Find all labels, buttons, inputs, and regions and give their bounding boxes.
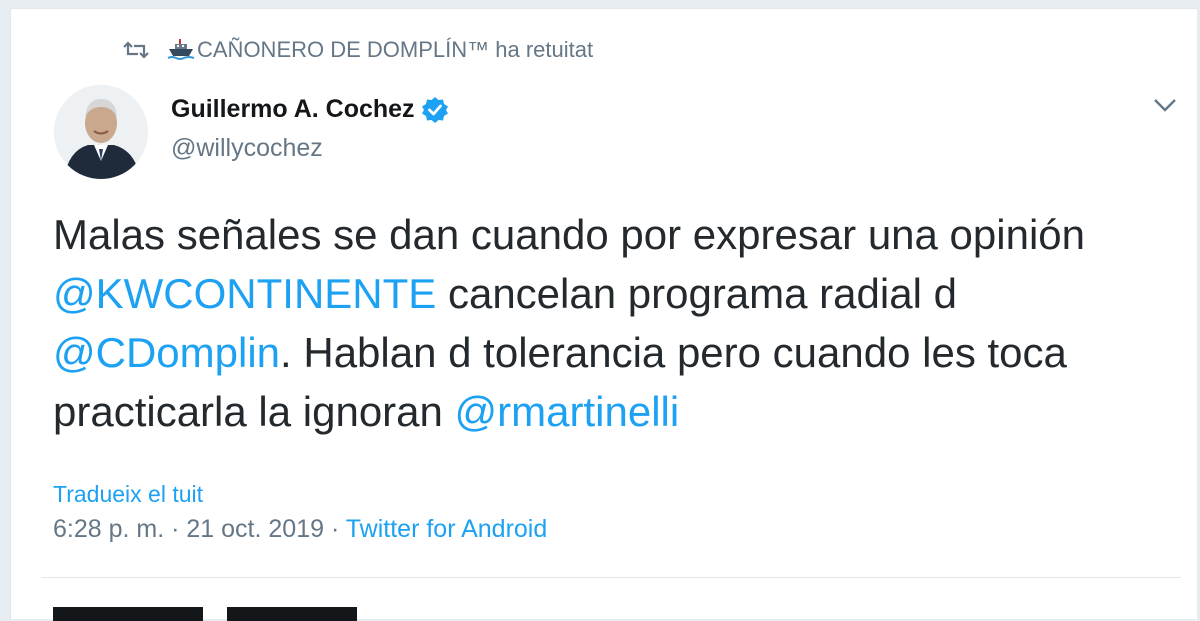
author-info[interactable]: Guillermo A. Cochez @willycochez xyxy=(171,95,449,163)
mention-link[interactable]: @rmartinelli xyxy=(455,388,680,435)
cut-off-text xyxy=(53,607,203,621)
meta-separator: · xyxy=(164,515,187,543)
avatar[interactable] xyxy=(54,85,148,179)
retweet-icon xyxy=(123,41,149,59)
tweet-text-segment: . Hablan d tolerancia pero cuando les to… xyxy=(280,329,1067,376)
tweet-text: Malas señales se dan cuando por expresar… xyxy=(53,205,1193,441)
mention-link[interactable]: @CDomplin xyxy=(53,329,280,376)
author-name[interactable]: Guillermo A. Cochez xyxy=(171,95,415,124)
tweet-meta: 6:28 p. m. · 21 oct. 2019 · Twitter for … xyxy=(53,515,547,544)
tweet-text-segment: Malas señales se dan cuando por expresar… xyxy=(53,211,1086,258)
tweet-text-segment: practicarla la ignoran xyxy=(53,388,455,435)
cut-off-row xyxy=(53,607,357,621)
chevron-down-icon[interactable] xyxy=(1151,95,1179,115)
cut-off-text xyxy=(227,607,357,621)
divider xyxy=(41,577,1181,578)
retweet-context: CAÑONERO DE DOMPLÍN™ ha retuitat xyxy=(121,37,593,63)
retweet-label: ha retuitat xyxy=(489,37,594,62)
verified-badge-icon xyxy=(421,96,448,123)
tweet-line: Malas señales se dan cuando por expresar… xyxy=(53,205,1193,264)
tweet-line: @CDomplin. Hablan d tolerancia pero cuan… xyxy=(53,323,1193,382)
tweet-line: @KWCONTINENTE cancelan programa radial d xyxy=(53,264,1193,323)
tweet-date[interactable]: 21 oct. 2019 xyxy=(186,515,324,543)
ship-icon xyxy=(167,39,195,60)
author-handle[interactable]: @willycochez xyxy=(171,134,449,163)
tweet-timestamp[interactable]: 6:28 p. m. xyxy=(53,515,164,543)
tweet-card[interactable]: CAÑONERO DE DOMPLÍN™ ha retuitat Guiller… xyxy=(10,8,1197,621)
retweeter-name[interactable]: CAÑONERO DE DOMPLÍN™ xyxy=(197,37,489,63)
tweet-line: practicarla la ignoran @rmartinelli xyxy=(53,382,1193,441)
tweet-source-link[interactable]: Twitter for Android xyxy=(346,515,547,543)
avatar-photo xyxy=(54,85,148,179)
meta-separator: · xyxy=(324,515,346,543)
tweet-text-segment: cancelan programa radial d xyxy=(436,270,957,317)
translate-tweet-link[interactable]: Tradueix el tuit xyxy=(53,481,203,508)
mention-link[interactable]: @KWCONTINENTE xyxy=(53,270,436,317)
